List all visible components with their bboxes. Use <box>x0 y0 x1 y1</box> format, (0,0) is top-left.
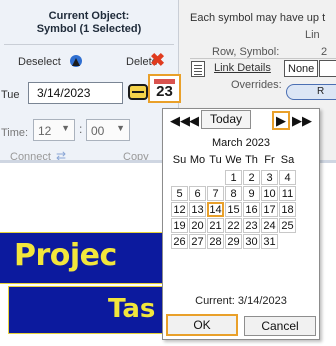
hour-value: 12 <box>38 124 52 138</box>
next-year-icon[interactable]: ▶▶ <box>292 113 312 129</box>
minute-select[interactable]: 00 ▼ <box>86 119 130 141</box>
calendar-day[interactable]: 19 <box>171 218 188 233</box>
calendar-day[interactable]: 18 <box>279 202 296 217</box>
calendar-day[interactable]: 9 <box>243 186 260 201</box>
calendar-day[interactable]: 20 <box>189 218 206 233</box>
calendar-day[interactable]: 29 <box>225 234 242 249</box>
weekday-label: We <box>225 154 242 166</box>
link-select[interactable]: None <box>284 60 318 77</box>
weekday-label: Tu <box>209 154 222 166</box>
link-details-label[interactable]: Link Details <box>214 62 271 74</box>
calendar-button[interactable]: 23 <box>148 74 181 103</box>
calendar-day[interactable]: 16 <box>243 202 260 217</box>
chevron-down-icon: ▼ <box>116 123 125 133</box>
previous-month-icon[interactable]: ◀ <box>187 113 201 129</box>
calendar-day[interactable]: 6 <box>189 186 206 201</box>
delete-x-icon[interactable]: ✖ <box>150 51 165 69</box>
weekday-label: Su <box>172 154 187 166</box>
calendar-day[interactable]: 22 <box>225 218 242 233</box>
weekday-label: Fr <box>264 154 275 166</box>
weekday-label: Sa <box>280 154 295 166</box>
clear-date-icon[interactable] <box>128 84 148 100</box>
calendar-day[interactable]: 28 <box>207 234 224 249</box>
calendar-day[interactable]: 12 <box>171 202 188 217</box>
calendar-day[interactable]: 11 <box>279 186 296 201</box>
divider <box>190 58 336 59</box>
calendar-day[interactable]: 10 <box>261 186 278 201</box>
calendar-day[interactable]: 30 <box>243 234 260 249</box>
overrides-label: Overrides: <box>231 79 282 91</box>
calendar-day[interactable]: 24 <box>261 218 278 233</box>
calendar-day[interactable]: 8 <box>225 186 242 201</box>
calendar-day[interactable]: 26 <box>171 234 188 249</box>
calendar-day[interactable]: 23 <box>243 218 260 233</box>
deselect-icon[interactable] <box>68 53 84 69</box>
current-object-title-line1: Current Object: <box>48 10 130 22</box>
calendar-day[interactable]: 25 <box>279 218 296 233</box>
calendar-day[interactable]: 27 <box>189 234 206 249</box>
document-icon[interactable] <box>191 61 205 77</box>
ok-button[interactable]: OK <box>166 314 238 336</box>
cancel-button[interactable]: Cancel <box>244 316 316 336</box>
calendar-day[interactable]: 13 <box>189 202 206 217</box>
next-month-highlight <box>272 111 290 130</box>
calendar-day[interactable]: 1 <box>225 170 242 185</box>
calendar-day[interactable]: 7 <box>207 186 224 201</box>
deselect-label[interactable]: Deselect <box>18 56 61 68</box>
date-day-label: Tue <box>1 89 20 101</box>
calendar-button-day: 23 <box>156 83 173 100</box>
date-field[interactable]: 3/14/2023 <box>28 82 123 104</box>
line-label: Lin <box>305 29 320 41</box>
link-select-secondary[interactable] <box>319 60 336 77</box>
calendar-day[interactable]: 15 <box>225 202 242 217</box>
today-button[interactable]: Today <box>201 110 251 129</box>
previous-year-icon[interactable]: ◀◀ <box>170 113 190 129</box>
minute-value: 00 <box>91 124 105 138</box>
calendar-day[interactable]: 2 <box>243 170 260 185</box>
panel-separator <box>4 44 174 45</box>
calendar-day[interactable]: 3 <box>261 170 278 185</box>
time-label: Time: <box>1 127 29 139</box>
calendar-day[interactable]: 4 <box>279 170 296 185</box>
hour-select[interactable]: 12 ▼ <box>33 119 75 141</box>
weekday-label: Th <box>245 154 258 166</box>
link-info-text: Each symbol may have up t <box>190 12 326 24</box>
calendar-day[interactable]: 21 <box>207 218 224 233</box>
weekday-label: Mo <box>189 154 206 166</box>
chevron-down-icon: ▼ <box>61 123 70 133</box>
task-bar-label: Tas <box>108 294 156 324</box>
current-date-label: Current: 3/14/2023 <box>195 295 287 307</box>
calendar-day[interactable]: 31 <box>261 234 278 249</box>
calendar-day-selected[interactable]: 14 <box>207 202 224 217</box>
project-bar-label: Projec <box>14 238 117 273</box>
current-object-title: Current Object: Symbol (1 Selected) <box>0 10 178 36</box>
current-object-title-line2: Symbol (1 Selected) <box>36 23 142 35</box>
row-symbol-value: 2 <box>321 46 328 58</box>
time-separator: : <box>79 122 83 136</box>
calendar-day[interactable]: 5 <box>171 186 188 201</box>
calendar-day[interactable]: 17 <box>261 202 278 217</box>
row-symbol-label: Row, Symbol: <box>212 46 280 58</box>
month-title: March 2023 <box>211 137 271 149</box>
overrides-button[interactable]: R <box>286 84 336 100</box>
